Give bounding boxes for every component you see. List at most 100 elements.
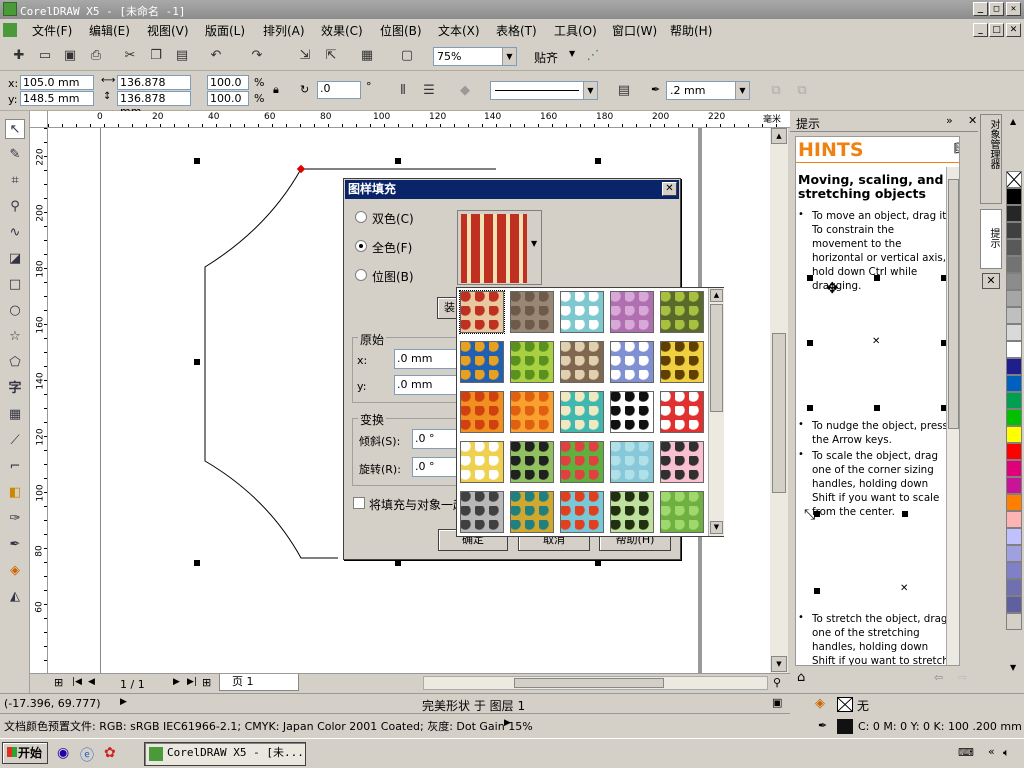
pattern-tile[interactable]	[460, 491, 504, 533]
play-icon[interactable]: ▶	[504, 718, 511, 728]
tab-hints[interactable]: 提示	[980, 209, 1002, 269]
no-color-swatch[interactable]	[1006, 171, 1022, 188]
picker-scroll-thumb[interactable]	[710, 304, 723, 412]
fill-swatch-none[interactable]	[837, 697, 853, 712]
pattern-tile[interactable]	[610, 341, 654, 383]
pattern-tile[interactable]	[560, 291, 604, 333]
full-color-radio[interactable]	[355, 240, 367, 252]
zoom-combo[interactable]: 75% ▼	[433, 47, 517, 66]
doc-close-button[interactable]: ✕	[1006, 23, 1021, 37]
bitmap-radio[interactable]	[355, 269, 367, 281]
scroll-down-icon[interactable]: ▼	[771, 656, 787, 672]
snap-to-label[interactable]: 贴齐	[534, 49, 558, 66]
color-swatch[interactable]	[1006, 324, 1022, 341]
menu-text[interactable]: 文本(X)	[438, 22, 480, 39]
dimension-tool-icon[interactable]: ⟋	[5, 431, 25, 451]
freehand-tool-icon[interactable]: ∿	[5, 223, 25, 243]
blend-tool-icon[interactable]: ◧	[5, 483, 25, 503]
prev-page-icon[interactable]: ◀	[88, 677, 95, 687]
smart-fill-icon[interactable]: ◪	[5, 249, 25, 269]
color-swatch[interactable]	[1006, 273, 1022, 290]
print-icon[interactable]: ⎙	[87, 47, 105, 65]
menu-edit[interactable]: 编辑(E)	[89, 22, 130, 39]
dynamic-guides-icon[interactable]: ⋰	[584, 47, 602, 65]
navigator-zoom-icon[interactable]: ⚲	[773, 676, 781, 689]
origin-y-field[interactable]: .0 mm	[394, 375, 458, 395]
rotate-field[interactable]: .0 °	[412, 457, 458, 477]
scale-height-field[interactable]: 100.0	[207, 91, 249, 106]
color-swatch[interactable]	[1006, 205, 1022, 222]
interactive-fill-icon[interactable]: ◭	[5, 587, 25, 607]
pattern-tile[interactable]	[610, 441, 654, 483]
ellipse-tool-icon[interactable]: ○	[5, 301, 25, 321]
copy-icon[interactable]: ❐	[147, 47, 165, 65]
pattern-tile[interactable]	[610, 491, 654, 533]
polygon-tool-icon[interactable]: ☆	[5, 327, 25, 347]
menu-view[interactable]: 视图(V)	[147, 22, 189, 39]
pattern-tile[interactable]	[459, 290, 505, 334]
picker-scroll-up-icon[interactable]: ▲	[710, 289, 723, 302]
pattern-tile[interactable]	[610, 391, 654, 433]
pattern-tile[interactable]	[610, 291, 654, 333]
to-back-icon[interactable]: ⧉	[793, 82, 811, 100]
ruler-origin[interactable]	[30, 111, 48, 128]
eyedropper-icon[interactable]: ✑	[5, 509, 25, 529]
book-icon[interactable]: 📖︎	[954, 141, 959, 156]
palette-scroll-up-icon[interactable]: ▲	[1010, 117, 1016, 126]
color-swatch[interactable]	[1006, 460, 1022, 477]
color-swatch[interactable]	[1006, 290, 1022, 307]
menu-bitmaps[interactable]: 位图(B)	[380, 22, 422, 39]
maximize-button[interactable]: □	[989, 2, 1004, 16]
first-page-icon[interactable]: |◀	[72, 677, 82, 687]
tab-object-manager[interactable]: 对象管理器	[980, 114, 1002, 204]
horizontal-scrollbar[interactable]	[423, 676, 768, 690]
menu-tools[interactable]: 工具(O)	[554, 22, 597, 39]
welcome-screen-icon[interactable]: ▢	[398, 47, 416, 65]
mirror-vertical-icon[interactable]: ☰	[420, 82, 438, 100]
x-position-field[interactable]: 105.0 mm	[20, 75, 94, 90]
close-button[interactable]: ✕	[1006, 2, 1021, 16]
pattern-tile[interactable]	[510, 391, 554, 433]
pattern-tile[interactable]	[560, 491, 604, 533]
shape-tool-icon[interactable]: ✎	[5, 145, 25, 165]
next-page-icon[interactable]: ▶	[173, 677, 180, 687]
mirror-horizontal-icon[interactable]: ⫴	[394, 82, 412, 100]
to-front-icon[interactable]: ⧉	[767, 82, 785, 100]
sizing-handle[interactable]	[395, 560, 401, 566]
menu-window[interactable]: 窗口(W)	[612, 22, 657, 39]
scale-width-field[interactable]: 100.0	[207, 75, 249, 90]
two-color-radio[interactable]	[355, 211, 367, 223]
menu-help[interactable]: 帮助(H)	[670, 22, 712, 39]
pattern-tile[interactable]	[660, 341, 704, 383]
back-arrow-icon[interactable]: ⇦	[934, 671, 943, 684]
pattern-tile[interactable]	[560, 441, 604, 483]
color-swatch[interactable]	[1006, 528, 1022, 545]
keyboard-icon[interactable]: ⌨	[958, 746, 974, 759]
chrome-icon[interactable]: ◉	[57, 745, 69, 761]
vertical-scrollbar[interactable]: ▲ ▼	[770, 128, 788, 673]
vertical-ruler[interactable]: 220 200 180 160 140 120 100 80 60	[30, 128, 48, 673]
home-icon[interactable]: ⌂	[797, 670, 805, 685]
palette-scroll-down-icon[interactable]: ▼	[1010, 663, 1016, 672]
outline-tool-icon[interactable]: ✒	[5, 535, 25, 555]
pattern-tile[interactable]	[510, 341, 554, 383]
pattern-tile[interactable]	[460, 441, 504, 483]
cut-icon[interactable]: ✂	[121, 47, 139, 65]
pattern-tile[interactable]	[510, 441, 554, 483]
menu-layout[interactable]: 版面(L)	[205, 22, 245, 39]
dialog-close-icon[interactable]: ✕	[662, 182, 677, 196]
color-swatch[interactable]	[1006, 494, 1022, 511]
minimize-button[interactable]: _	[973, 2, 988, 16]
menu-file[interactable]: 文件(F)	[32, 22, 72, 39]
sizing-handle[interactable]	[595, 158, 601, 164]
tray-expand-icon[interactable]: «	[988, 745, 995, 758]
color-swatch[interactable]	[1006, 307, 1022, 324]
scroll-up-icon[interactable]: ▲	[771, 128, 787, 144]
ie-icon[interactable]: ⓔ	[80, 745, 94, 765]
hscroll-thumb[interactable]	[514, 678, 664, 688]
zoom-tool-icon[interactable]: ⚲	[5, 197, 25, 217]
menu-arrange[interactable]: 排列(A)	[263, 22, 305, 39]
doc-restore-button[interactable]: □	[989, 23, 1004, 37]
sizing-handle[interactable]	[595, 560, 601, 566]
export-icon[interactable]: ⇱	[322, 47, 340, 65]
